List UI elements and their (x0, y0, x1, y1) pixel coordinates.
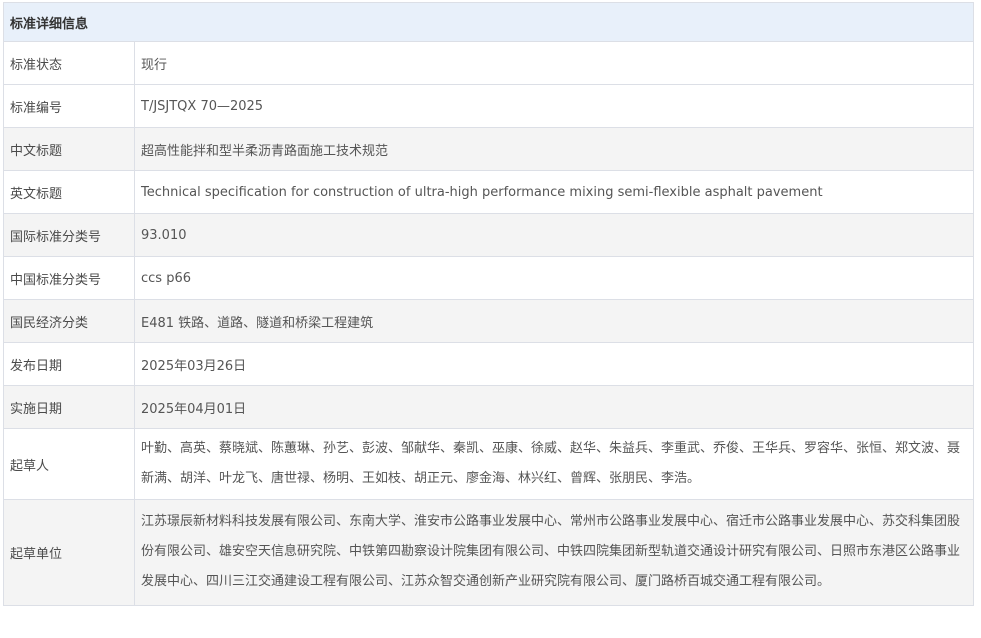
row-ics-code: 国际标准分类号 93.010 (3, 213, 975, 257)
economic-class-value: E481 铁路、道路、隧道和桥梁工程建筑 (133, 299, 975, 343)
standard-detail-table: 标准详细信息 标准状态 现行 标准编号 T/JSJTQX 70—2025 中文标… (2, 2, 975, 606)
table-header-row: 标准详细信息 (2, 2, 975, 42)
drafters-value: 叶勤、高英、蔡晓斌、陈蕙琳、孙艺、彭波、邹献华、秦凯、巫康、徐威、赵华、朱益兵、… (133, 428, 975, 500)
drafting-units-label: 起草单位 (3, 499, 135, 606)
ccs-code-value: ccs p66 (133, 256, 975, 300)
drafting-units-value: 江苏璟辰新材料科技发展有限公司、东南大学、淮安市公路事业发展中心、常州市公路事业… (133, 499, 975, 606)
ics-code-label: 国际标准分类号 (3, 213, 135, 257)
row-drafting-units: 起草单位 江苏璟辰新材料科技发展有限公司、东南大学、淮安市公路事业发展中心、常州… (3, 499, 975, 606)
effective-date-value: 2025年04月01日 (133, 385, 975, 429)
drafters-label: 起草人 (3, 428, 135, 500)
status-value: 现行 (133, 41, 975, 85)
row-english-title: 英文标题 Technical specification for constru… (3, 170, 975, 214)
row-standard-number: 标准编号 T/JSJTQX 70—2025 (3, 84, 975, 128)
row-chinese-title: 中文标题 超高性能拌和型半柔沥青路面施工技术规范 (3, 127, 975, 171)
english-title-label: 英文标题 (3, 170, 135, 214)
economic-class-label: 国民经济分类 (3, 299, 135, 343)
publish-date-value: 2025年03月26日 (133, 342, 975, 386)
row-status: 标准状态 现行 (3, 41, 975, 85)
row-ccs-code: 中国标准分类号 ccs p66 (3, 256, 975, 300)
ccs-code-label: 中国标准分类号 (3, 256, 135, 300)
row-drafters: 起草人 叶勤、高英、蔡晓斌、陈蕙琳、孙艺、彭波、邹献华、秦凯、巫康、徐威、赵华、… (3, 428, 975, 500)
english-title-value: Technical specification for construction… (133, 170, 975, 214)
table-title: 标准详细信息 (2, 2, 975, 42)
effective-date-label: 实施日期 (3, 385, 135, 429)
standard-number-label: 标准编号 (3, 84, 135, 128)
publish-date-label: 发布日期 (3, 342, 135, 386)
row-publish-date: 发布日期 2025年03月26日 (3, 342, 975, 386)
ics-code-value: 93.010 (133, 213, 975, 257)
row-effective-date: 实施日期 2025年04月01日 (3, 385, 975, 429)
row-economic-class: 国民经济分类 E481 铁路、道路、隧道和桥梁工程建筑 (3, 299, 975, 343)
chinese-title-label: 中文标题 (3, 127, 135, 171)
standard-number-value: T/JSJTQX 70—2025 (133, 84, 975, 128)
chinese-title-value: 超高性能拌和型半柔沥青路面施工技术规范 (133, 127, 975, 171)
status-label: 标准状态 (3, 41, 135, 85)
